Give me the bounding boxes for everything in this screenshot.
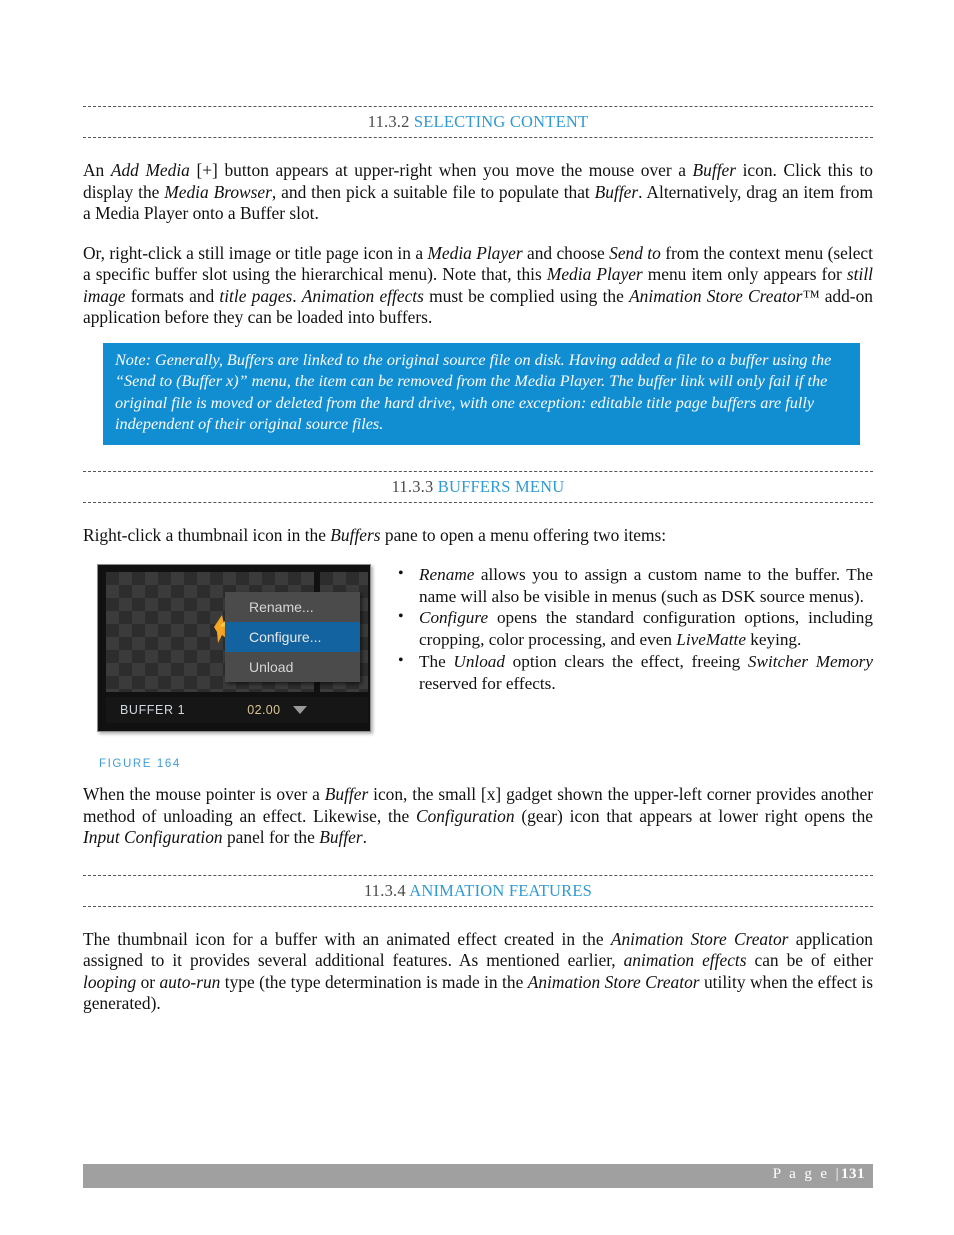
figure-164-image: Rename... Configure... Unload BUFFER 1 0… [97,564,371,732]
figure-wrapper: Rename... Configure... Unload BUFFER 1 0… [83,564,373,770]
list-item: Rename allows you to assign a custom nam… [395,563,873,607]
section-title: ANIMATION FEATURES [409,880,593,900]
section-heading-animation-features: 11.3.4 ANIMATION FEATURES [83,874,873,907]
chevron-down-icon[interactable] [292,706,307,714]
context-menu-item-rename[interactable]: Rename... [225,592,360,622]
section-heading-selecting-content: 11.3.2 SELECTING CONTENT [83,106,873,138]
footer-page-number: 131 [841,1166,865,1182]
section-number: 11.3.4 [363,880,406,900]
section-number: 11.3.3 [391,476,434,496]
page-content: 11.3.2 SELECTING CONTENT An Add Media [+… [83,106,873,1015]
buffer-status-bar: BUFFER 1 02.00 [106,697,368,723]
section-heading-buffers-menu: 11.3.3 BUFFERS MENU [83,470,873,503]
section-title: BUFFERS MENU [437,476,565,496]
context-menu-item-configure[interactable]: Configure... [225,622,360,652]
document-page: 11.3.2 SELECTING CONTENT An Add Media [+… [0,0,954,1235]
paragraph-mouse-pointer: When the mouse pointer is over a Buffer … [83,784,873,847]
figure-caption: FIGURE 164 [99,758,181,770]
paragraph-send-to: Or, right-click a still image or title p… [83,242,873,328]
page-number-label: P a g e |131 [773,1166,865,1183]
paragraph-animation-features: The thumbnail icon for a buffer with an … [83,928,873,1014]
section-title: SELECTING CONTENT [413,112,589,131]
context-menu-item-unload[interactable]: Unload [225,652,360,682]
list-item: The Unload option clears the effect, fre… [395,650,873,694]
paragraph-add-media: An Add Media [+] button appears at upper… [83,160,873,223]
paragraph-buffers-intro: Right-click a thumbnail icon in the Buff… [83,524,667,545]
buffer-context-menu[interactable]: Rename... Configure... Unload [225,592,360,682]
page-footer-bar: P a g e |131 [83,1164,873,1188]
figure-and-bullets-row: Rename... Configure... Unload BUFFER 1 0… [83,563,873,770]
list-item: Configure opens the standard configurati… [395,606,873,650]
buffer-duration-value[interactable]: 02.00 [247,703,280,717]
buffers-menu-bullet-list: Rename allows you to assign a custom nam… [373,563,873,694]
note-callout: Note: Generally, Buffers are linked to t… [103,342,860,445]
buffer-name-label: BUFFER 1 [120,703,186,717]
section-number: 11.3.2 [367,112,410,131]
footer-page-word: P a g e | [772,1166,841,1182]
